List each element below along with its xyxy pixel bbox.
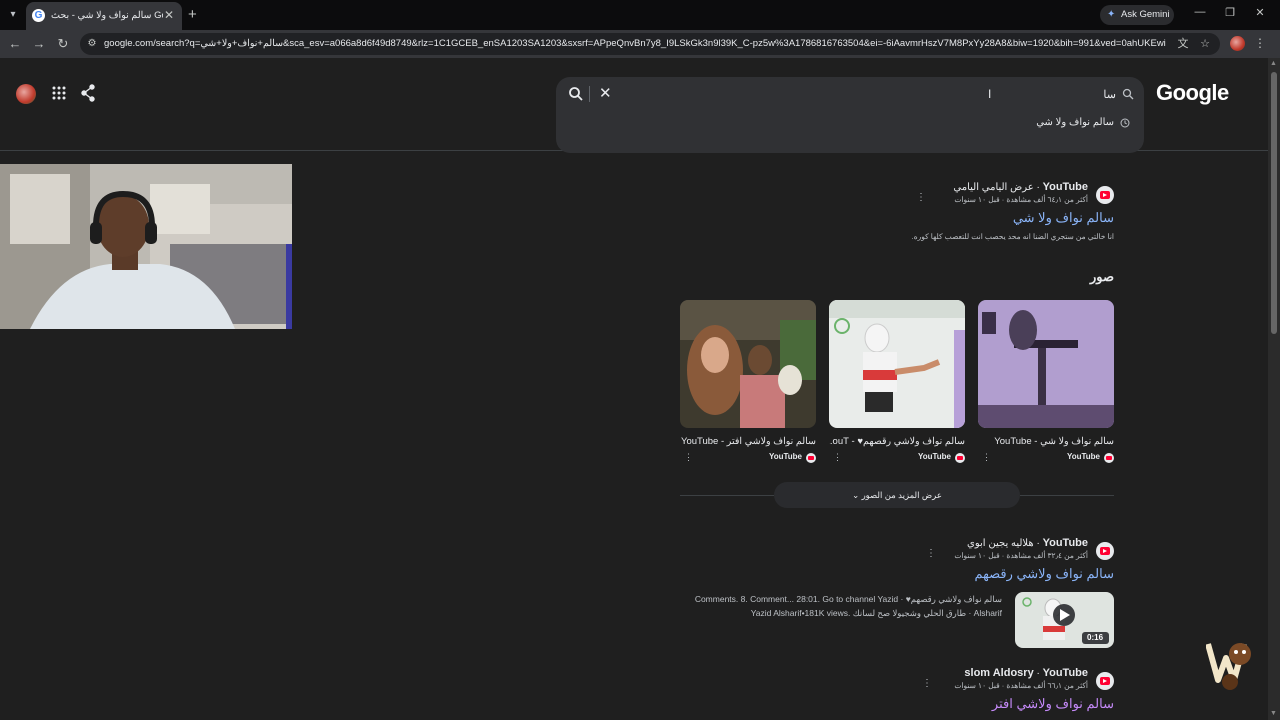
page-scrollbar[interactable]: ▲ ▼ (1268, 58, 1280, 720)
youtube-icon (1096, 542, 1114, 560)
divider-line (1020, 495, 1114, 496)
search-divider (589, 86, 590, 102)
scrollbar-thumb[interactable] (1271, 72, 1277, 334)
search-small-icon (1122, 88, 1134, 100)
webcam-overlay (0, 164, 292, 329)
clear-search-icon[interactable]: ✕ (599, 85, 612, 102)
bookmark-star-icon[interactable]: ☆ (1198, 37, 1212, 51)
search-result-1: YouTube · عرض اليامي اليامي أكثر من ٦٤٫١… (854, 181, 1114, 246)
image-menu-icon[interactable]: ⋮ (982, 452, 991, 463)
result-title-link[interactable]: سالم نواف ولاشي افتر (992, 696, 1114, 712)
google-results-page: Google ✕ I سالم نواف ولا شي YouTube · عر… (0, 58, 1268, 720)
result-source[interactable]: YouTube · هلاليه يجين ابوي (967, 537, 1088, 549)
result-menu-icon[interactable]: ⋮ (926, 548, 936, 559)
video-duration: 0:16 (1087, 633, 1104, 642)
snippet-line: Alsharif · طارق الحلي وشجيولا صح لسانك .… (750, 608, 1002, 618)
image-source: YouTube (1066, 452, 1100, 461)
ask-gemini-button[interactable]: ✦ Ask Gemini (1100, 5, 1174, 25)
ask-gemini-label: Ask Gemini (1121, 9, 1170, 20)
scroll-up-icon[interactable]: ▲ (1270, 60, 1277, 67)
google-favicon-icon: G (32, 9, 45, 22)
gemini-sparkle-icon: ✦ (1107, 9, 1116, 20)
image-menu-icon[interactable]: ⋮ (833, 452, 842, 463)
google-apps-icon[interactable] (51, 85, 67, 101)
reload-icon[interactable]: ↻ (55, 36, 71, 52)
result-snippet: انا خالتي من ستجري الضنا انه محد يحصب ان… (911, 232, 1114, 241)
result-meta: أكثر من ٣٢٫٤ ألف مشاهدة · قبل ١٠ سنوات (954, 551, 1088, 560)
result-title-link[interactable]: سالم نواف ولا شي (1013, 210, 1114, 226)
site-info-icon[interactable]: ⚙ (86, 38, 98, 50)
share-icon[interactable] (80, 84, 96, 102)
google-logo[interactable]: Google (1156, 80, 1229, 106)
new-tab-icon[interactable]: + (188, 7, 197, 22)
image-menu-icon[interactable]: ⋮ (684, 452, 693, 463)
image-thumbnail[interactable] (829, 300, 965, 428)
image-source: YouTube (917, 452, 951, 461)
result-meta: أكثر من ٦٤٫١ ألف مشاهدة · قبل ١٠ سنوات (954, 195, 1088, 204)
browser-menu-icon[interactable]: ⋮ (1254, 36, 1266, 50)
image-caption: سالم نواف ولاشي افتر - YouTube (681, 436, 816, 447)
suggestion-text: سالم نواف ولا شي (1036, 117, 1114, 128)
back-icon[interactable]: ← (7, 36, 23, 52)
result-source[interactable]: slom Aldosry · YouTube (964, 667, 1088, 679)
channel-logo-icon (1206, 643, 1251, 690)
show-more-images-button[interactable]: عرض المزيد من الصور ⌄ (774, 482, 1020, 508)
result-menu-icon[interactable]: ⋮ (916, 192, 926, 203)
restore-icon[interactable]: ❐ (1222, 6, 1238, 19)
divider-line (680, 495, 774, 496)
active-tab[interactable]: G سالم نواف ولا شي - بحث Google ✕ (26, 2, 182, 30)
result-menu-icon[interactable]: ⋮ (922, 678, 932, 689)
tab-title: سالم نواف ولا شي - بحث Google (51, 10, 163, 21)
video-thumbnail[interactable]: 0:16 (1015, 592, 1114, 648)
search-box: ✕ I سالم نواف ولا شي (556, 77, 1144, 153)
scroll-down-icon[interactable]: ▼ (1270, 710, 1277, 717)
search-result-3: slom Aldosry · YouTube أكثر من ٦٦٫١ ألف … (854, 667, 1114, 720)
snippet-line: سالم نواف ولاشي رقصهم♥ · Comments. 8. Co… (694, 594, 1002, 604)
image-caption: سالم نواف ولا شي - YouTube (994, 436, 1114, 447)
youtube-icon (1096, 186, 1114, 204)
translate-icon[interactable]: 文 (1176, 37, 1190, 51)
images-heading: صور (1089, 269, 1114, 284)
tab-strip: ▾ G سالم نواف ولا شي - بحث Google ✕ + ✦ … (0, 0, 1280, 30)
show-more-images-label: عرض المزيد من الصور (861, 490, 942, 500)
search-icon[interactable] (568, 86, 584, 102)
youtube-icon (1096, 672, 1114, 690)
chevron-down-icon: ⌄ (852, 490, 860, 500)
address-bar[interactable]: ⚙ google.com/search?q=سالم+نواف+ولا+شي&s… (80, 33, 1220, 55)
history-clock-icon (1120, 118, 1130, 128)
image-caption: سالم نواف ولاشي رقصهم♥ - ouT... (829, 436, 965, 447)
google-account-avatar[interactable] (16, 84, 36, 104)
image-thumbnail[interactable] (680, 300, 816, 428)
url-text[interactable]: google.com/search?q=سالم+نواف+ولا+شي&sca… (104, 38, 1166, 49)
window-close-icon[interactable]: ✕ (1252, 6, 1268, 19)
result-title-link[interactable]: سالم نواف ولاشي رقصهم (974, 566, 1114, 582)
browser-toolbar: ← → ↻ ⚙ google.com/search?q=سالم+نواف+ول… (0, 30, 1280, 58)
webcam-video-image (0, 164, 292, 329)
result-source[interactable]: YouTube · عرض اليامي اليامي (953, 181, 1088, 193)
image-source: YouTube (768, 452, 802, 461)
image-thumbnail[interactable] (978, 300, 1114, 428)
tab-search-button[interactable]: ▾ (4, 6, 22, 24)
minimize-icon[interactable]: — (1192, 6, 1208, 18)
forward-icon[interactable]: → (31, 36, 47, 52)
result-snippet: سالم نواف ولاشي رقصهم♥ · Comments. 8. Co… (672, 592, 1002, 620)
text-cursor-icon: I (988, 87, 992, 101)
profile-avatar-icon[interactable] (1230, 36, 1245, 51)
search-input[interactable] (1026, 86, 1116, 102)
result-meta: أكثر من ٦٦٫١ ألف مشاهدة · قبل ١٠ سنوات (954, 681, 1088, 690)
tab-close-icon[interactable]: ✕ (162, 8, 176, 22)
search-result-2: YouTube · هلاليه يجين ابوي أكثر من ٣٢٫٤ … (854, 537, 1114, 592)
search-suggestion[interactable]: سالم نواف ولا شي (956, 113, 1136, 133)
